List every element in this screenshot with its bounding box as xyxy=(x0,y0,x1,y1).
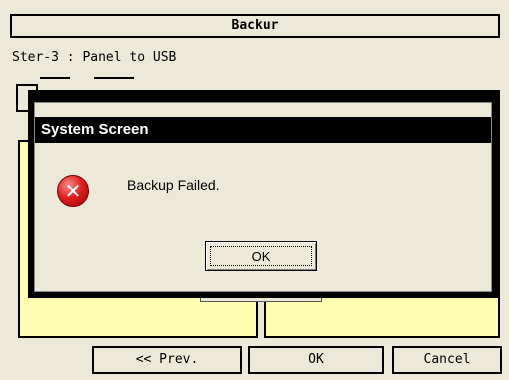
dialog-title: System Screen xyxy=(35,117,491,143)
divider xyxy=(94,77,134,89)
dialog-ok-label: OK xyxy=(210,246,312,266)
divider xyxy=(40,77,70,89)
error-icon: ✕ xyxy=(57,175,89,207)
dialog-message: Backup Failed. xyxy=(127,177,220,193)
window-title: Backur xyxy=(10,14,500,38)
cancel-button[interactable]: Cancel xyxy=(392,346,502,374)
ok-button[interactable]: OK xyxy=(248,346,384,374)
prev-button[interactable]: << Prev. xyxy=(92,346,242,374)
dialog-ok-button[interactable]: OK xyxy=(205,241,317,271)
system-dialog: System Screen ✕ Backup Failed. OK xyxy=(34,102,492,292)
step-label: Ster-3 : Panel to USB xyxy=(12,50,177,65)
